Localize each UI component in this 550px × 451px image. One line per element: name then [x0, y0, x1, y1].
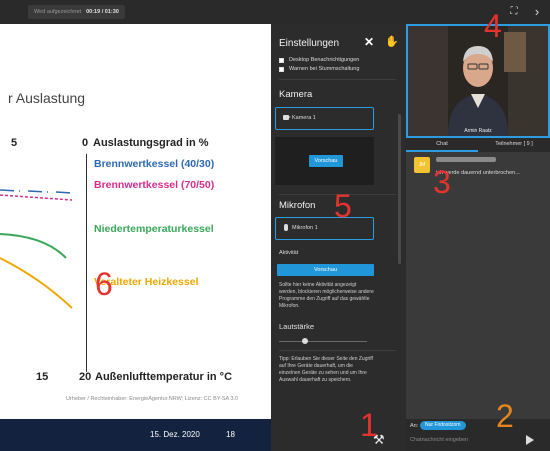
- checkbox-desktop-notifications[interactable]: Desktop Benachrichtigungen: [279, 57, 359, 63]
- annotation-marker: 6: [95, 266, 113, 302]
- chat-composer: An: Nur Firdositzorn: [406, 419, 550, 451]
- tab-chat[interactable]: Chat: [406, 138, 478, 152]
- hand-icon[interactable]: ✋: [385, 35, 399, 48]
- speaker-name: Armin Raatz: [464, 128, 492, 134]
- settings-scrollbar[interactable]: [398, 114, 401, 264]
- close-icon[interactable]: ✕: [364, 35, 374, 49]
- settings-panel: Einstellungen ✕ ✋ Desktop Benachrichtigu…: [271, 24, 406, 451]
- avatar: JM: [414, 157, 430, 173]
- microphone-select[interactable]: Mikrofon 1: [275, 217, 374, 240]
- recording-indicator: Wird aufgezeichnet 00:19 / 01:30: [28, 5, 125, 19]
- microphone-hint: Sollte hier keine Aktivität angezeigt we…: [279, 282, 374, 309]
- speaker-portrait: [408, 26, 548, 136]
- microphone-icon: [284, 224, 288, 231]
- chart-curves: [0, 189, 73, 309]
- tick-label: 15: [36, 371, 49, 383]
- volume-slider-thumb[interactable]: [302, 338, 308, 344]
- camera-icon: [283, 115, 291, 120]
- tick-label: 5: [11, 137, 18, 149]
- annotation-marker: 5: [334, 188, 352, 224]
- permission-tip: Tipp: Erlauben Sie dieser Seite den Zugr…: [279, 356, 373, 383]
- speaker-video[interactable]: Armin Raatz: [406, 24, 550, 138]
- curve-brennwert-40-30: [0, 189, 73, 194]
- slide-title: r Auslastung: [8, 90, 86, 106]
- recording-label: Wird aufgezeichnet: [34, 9, 82, 15]
- slide-footer: 15. Dez. 2020 18: [0, 419, 271, 451]
- checkbox-box[interactable]: [279, 57, 284, 63]
- send-icon[interactable]: [526, 435, 534, 445]
- checkbox-box[interactable]: [279, 66, 284, 72]
- volume-label: Lautstärke: [279, 322, 315, 331]
- right-column: Armin Raatz Chat Teilnehmer [ 9 ] JM ich…: [406, 24, 550, 451]
- camera-select[interactable]: Kamera 1: [275, 107, 374, 130]
- settings-title: Einstellungen: [279, 38, 340, 49]
- divider: [279, 350, 396, 351]
- expand-icon[interactable]: ⛶: [508, 6, 520, 18]
- top-bar: Wird aufgezeichnet 00:19 / 01:30 ⛶ ›: [0, 0, 550, 24]
- slide-date: 15. Dez. 2020: [150, 430, 200, 439]
- recipient-select[interactable]: Nur Firdositzorn: [420, 421, 466, 430]
- checkbox-mute-warning[interactable]: Warnen bei Stummschaltung: [279, 66, 359, 72]
- tick-label: 20: [79, 371, 92, 383]
- microphone-preview-button[interactable]: Vorschau: [277, 264, 374, 276]
- annotation-marker: 1: [360, 407, 378, 443]
- chat-input[interactable]: [410, 434, 520, 446]
- chat-tabs: Chat Teilnehmer [ 9 ]: [406, 138, 550, 152]
- recipient-label: An:: [410, 423, 419, 429]
- annotation-marker: 3: [433, 164, 451, 200]
- checkbox-label: Desktop Benachrichtigungen: [289, 57, 360, 63]
- activity-label: Aktivität: [279, 250, 299, 256]
- curve-brennwert-70-50: [0, 194, 73, 201]
- y-axis-label: Auslastungsgrad in %: [93, 137, 209, 149]
- series-label-brennwert-40-30: Brennwertkessel (40/30): [94, 158, 215, 170]
- annotation-marker: 4: [484, 8, 502, 44]
- microphone-section-title: Mikrofon: [279, 200, 316, 211]
- curve-veraltet: [0, 257, 73, 309]
- series-label-niedertemperatur: Niedertemperaturkessel: [94, 223, 214, 235]
- series-label-brennwert-70-50: Brennwertkessel (70/50): [94, 179, 215, 191]
- x-axis-label: Außenlufttemperatur in °C: [95, 371, 233, 383]
- camera-section-title: Kamera: [279, 89, 313, 100]
- chevron-right-icon[interactable]: ›: [531, 5, 543, 19]
- tick-label: 0: [82, 137, 89, 149]
- annotation-marker: 2: [496, 398, 514, 434]
- slide-page-number: 18: [226, 430, 235, 439]
- camera-preview-button[interactable]: Vorschau: [309, 155, 343, 167]
- volume-slider-track[interactable]: [279, 341, 367, 342]
- microphone-select-value: Mikrofon 1: [292, 225, 318, 231]
- tab-participants[interactable]: Teilnehmer [ 9 ]: [478, 138, 550, 152]
- message-sender-redacted: [436, 157, 496, 162]
- recording-time: 00:19 / 01:30: [86, 9, 119, 15]
- presentation-slide: r Auslastung 5 0 Auslastungsgrad in % Br…: [0, 24, 271, 451]
- divider: [279, 79, 396, 80]
- slide-credit: Urheber / Rechteinhaber: EnergieAgentur.…: [66, 396, 239, 402]
- camera-preview: Vorschau: [275, 137, 374, 185]
- curve-niedertemperatur: [0, 233, 67, 259]
- camera-select-value: Kamera 1: [292, 115, 316, 121]
- checkbox-label: Warnen bei Stummschaltung: [289, 66, 360, 72]
